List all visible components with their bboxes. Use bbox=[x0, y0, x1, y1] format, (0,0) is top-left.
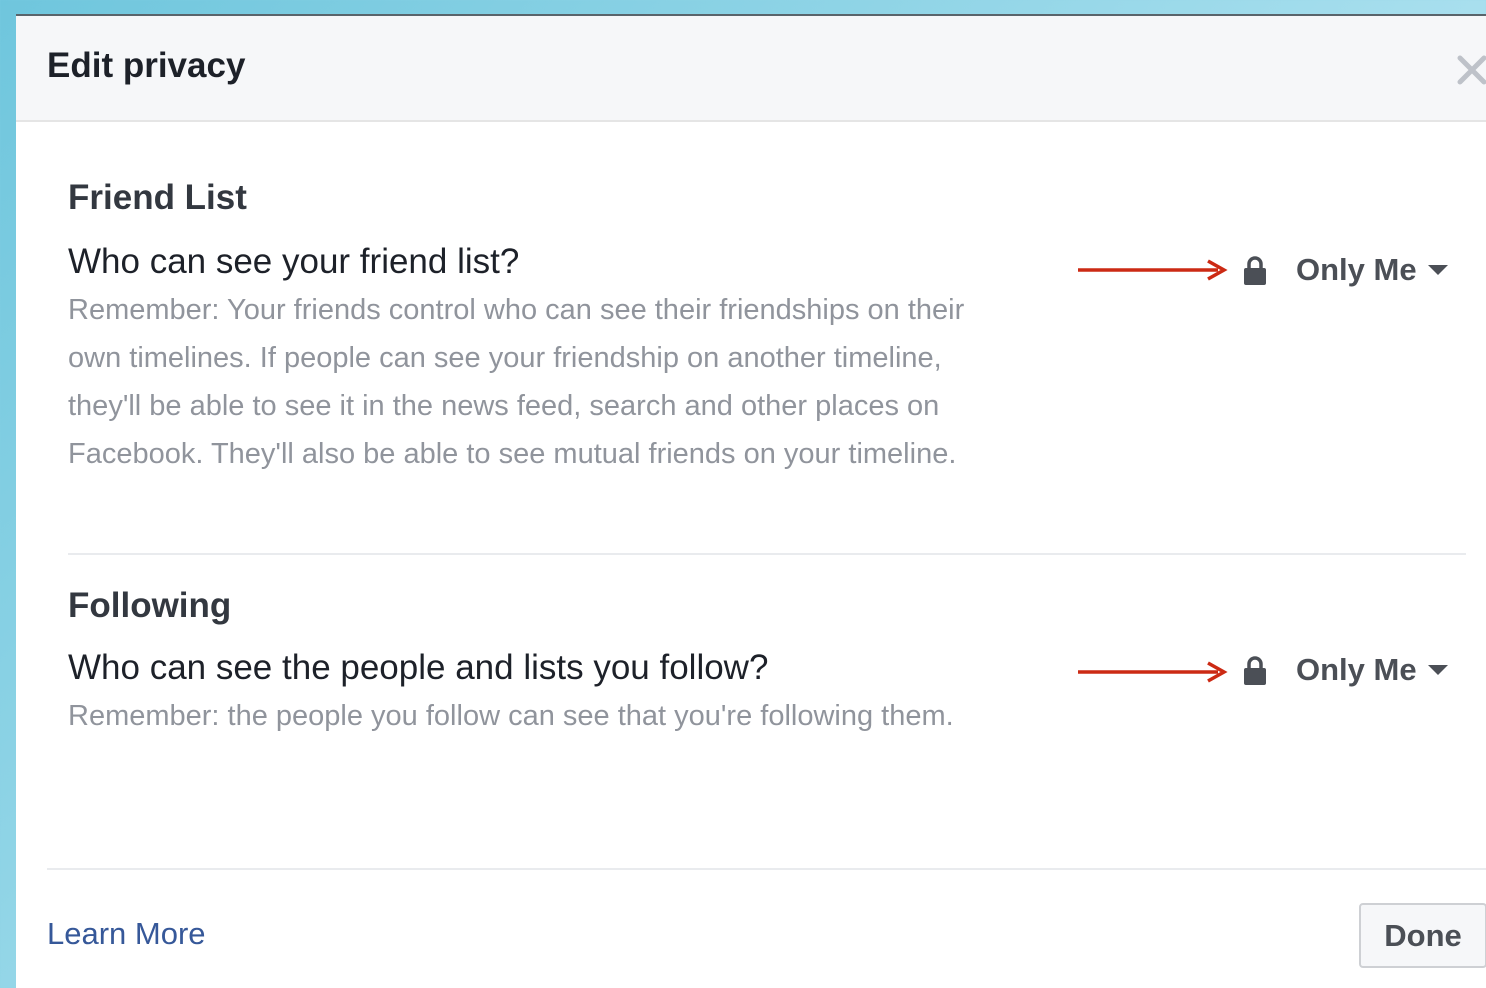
lock-icon bbox=[1244, 656, 1266, 685]
annotation-arrow bbox=[1078, 259, 1228, 281]
friend-list-audience-selector[interactable]: Only Me bbox=[1242, 248, 1449, 292]
edit-privacy-dialog: Edit privacy Friend List Who can see you… bbox=[16, 14, 1486, 988]
lock-icon bbox=[1244, 256, 1266, 285]
annotation-arrow bbox=[1078, 661, 1228, 683]
friend-list-question: Who can see your friend list? bbox=[68, 242, 520, 281]
chevron-down-icon bbox=[1427, 265, 1448, 275]
following-note: Remember: the people you follow can see … bbox=[68, 700, 954, 732]
learn-more-link[interactable]: Learn More bbox=[47, 916, 206, 952]
following-question: Who can see the people and lists you fol… bbox=[68, 648, 769, 687]
close-icon bbox=[1457, 55, 1486, 85]
dialog-header: Edit privacy bbox=[16, 16, 1486, 122]
following-section: Following Who can see the people and lis… bbox=[68, 586, 1482, 786]
close-button[interactable] bbox=[1452, 46, 1486, 90]
audience-label: Only Me bbox=[1296, 652, 1417, 687]
dialog-title: Edit privacy bbox=[47, 46, 246, 85]
done-button[interactable]: Done bbox=[1359, 903, 1486, 968]
section-divider bbox=[68, 553, 1466, 555]
audience-label: Only Me bbox=[1296, 252, 1417, 287]
footer-divider bbox=[47, 868, 1486, 870]
section-title-friend-list: Friend List bbox=[68, 178, 247, 217]
following-audience-selector[interactable]: Only Me bbox=[1242, 648, 1449, 692]
section-title-following: Following bbox=[68, 586, 232, 625]
friend-list-note: Remember: Your friends control who can s… bbox=[68, 294, 965, 470]
friend-list-section: Friend List Who can see your friend list… bbox=[68, 178, 1482, 538]
chevron-down-icon bbox=[1427, 665, 1448, 675]
